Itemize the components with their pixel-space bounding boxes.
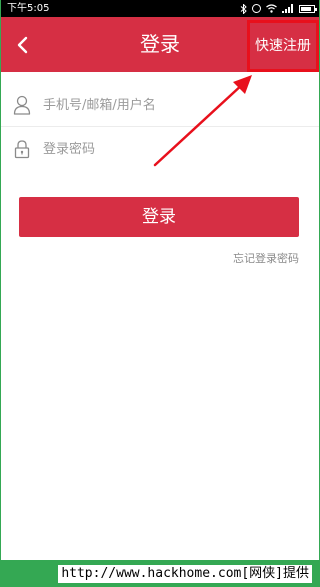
page: 下午5:05 登录 快速注册 手机号/邮箱/用户名 登录 忘记登录密码 http… [0,0,320,587]
password-row [1,127,319,171]
alarm-icon [252,4,261,13]
battery-icon [299,4,317,13]
username-row [1,83,319,127]
lock-icon [14,140,30,159]
password-input[interactable] [43,127,303,171]
status-time: 下午5:05 [7,3,50,14]
bluetooth-icon [240,3,247,14]
login-screen: 登录 快速注册 登录 忘记登录密码 [1,17,319,560]
login-button[interactable]: 登录 [19,197,299,237]
wifi-icon [266,4,277,13]
quick-register-button[interactable]: 快速注册 [247,20,319,72]
status-icons [240,0,317,17]
status-bar: 下午5:05 [1,0,319,17]
app-header: 登录 快速注册 [1,17,319,72]
watermark-bar: http://www.hackhome.com[网侠]提供 [0,560,320,587]
watermark-text: http://www.hackhome.com[网侠]提供 [58,565,312,583]
user-icon [13,95,31,115]
username-input[interactable] [43,83,303,127]
signal-icon [282,4,293,13]
forgot-password-link[interactable]: 忘记登录密码 [233,250,299,266]
